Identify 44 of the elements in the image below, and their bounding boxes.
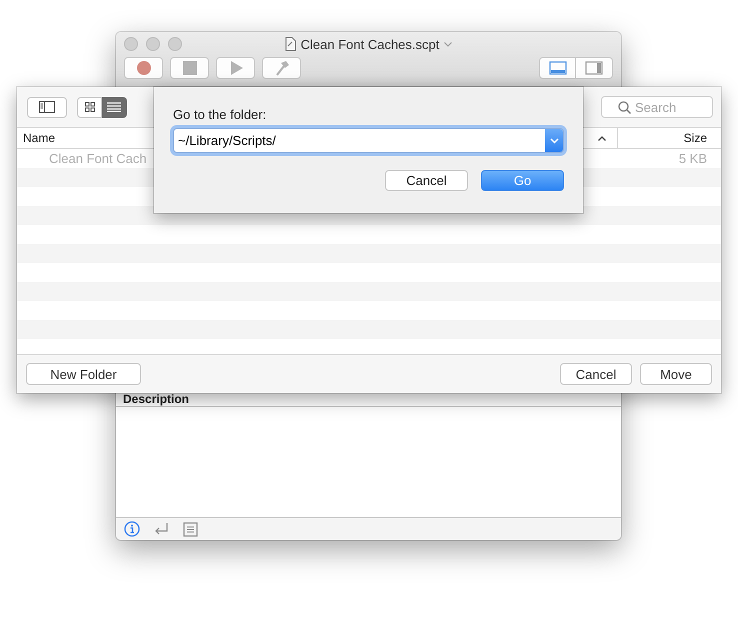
- play-icon: [230, 61, 242, 75]
- toolbar-button[interactable]: [216, 57, 255, 79]
- search-field[interactable]: Search: [601, 96, 713, 118]
- toolbar-button[interactable]: [124, 57, 163, 79]
- info-icon: [124, 521, 140, 537]
- script-file-icon: [284, 37, 296, 51]
- search-icon: [618, 101, 631, 114]
- move-button[interactable]: Move: [640, 363, 712, 385]
- sidebar-icon: [39, 101, 55, 113]
- hammer-icon: [276, 61, 288, 76]
- file-size: 5 KB: [678, 151, 708, 166]
- file-name: Clean Font Cach: [49, 151, 147, 166]
- list-icon: [107, 102, 121, 112]
- close-button[interactable]: [124, 37, 138, 51]
- record-icon: [136, 61, 150, 75]
- dialog-button[interactable]: Cancel: [385, 170, 468, 191]
- grid-icon: [84, 102, 94, 112]
- column-header[interactable]: Size: [622, 131, 721, 145]
- new-folder-button[interactable]: New Folder: [26, 363, 141, 385]
- folder-path-field[interactable]: ~/Library/Scripts/: [173, 128, 564, 153]
- chevron-down-icon: [550, 138, 558, 144]
- dialog-prompt: Go to the folder:: [173, 107, 268, 122]
- stop-icon: [182, 61, 196, 75]
- cancel-button[interactable]: Cancel: [560, 363, 632, 385]
- pane-toggle[interactable]: [576, 57, 613, 79]
- chevron-up-icon[interactable]: [598, 136, 606, 140]
- bottom-tab[interactable]: [124, 521, 140, 537]
- side-pane-icon: [585, 61, 603, 75]
- view-mode-button[interactable]: [102, 96, 127, 118]
- chevron-down-icon[interactable]: [444, 42, 452, 46]
- toolbar-button[interactable]: [170, 57, 209, 79]
- view-mode-button[interactable]: [77, 96, 102, 118]
- list-icon: [183, 522, 198, 536]
- dropdown-button[interactable]: [545, 129, 563, 152]
- bottom-pane-icon: [548, 61, 566, 75]
- bottom-tab[interactable]: [154, 522, 169, 536]
- toolbar-button[interactable]: [262, 57, 301, 79]
- zoom-button[interactable]: [168, 37, 182, 51]
- minimize-button[interactable]: [146, 37, 160, 51]
- sidebar-toggle[interactable]: [27, 96, 67, 118]
- return-icon: [154, 522, 169, 536]
- pane-toggle[interactable]: [539, 57, 576, 79]
- window-title: Clean Font Caches.scpt: [300, 36, 440, 52]
- bottom-tab[interactable]: [183, 522, 198, 536]
